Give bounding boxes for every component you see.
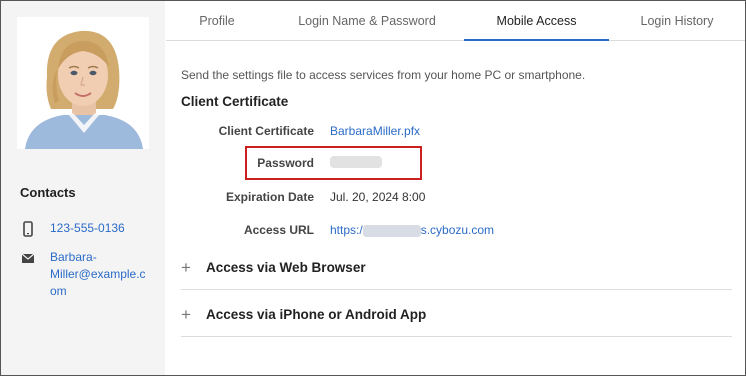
password-highlight-box	[245, 146, 422, 180]
plus-icon: +	[181, 258, 191, 277]
access-url-link[interactable]: https:/ s.cybozu.com	[330, 223, 494, 237]
contacts-title: Contacts	[20, 185, 76, 200]
email-line-3: om	[50, 284, 67, 298]
access-url-suffix: s.cybozu.com	[420, 223, 495, 237]
mobile-access-panel: Send the settings file to access service…	[166, 42, 745, 375]
accordion-web-browser[interactable]: + Access via Web Browser	[181, 244, 732, 290]
tab-login-name-password[interactable]: Login Name & Password	[268, 1, 466, 41]
email-link[interactable]: Barbara- Miller@example.c om	[50, 249, 146, 300]
expiration-value: Jul. 20, 2024 8:00	[330, 190, 426, 204]
access-url-prefix: https:/	[330, 223, 363, 237]
certificate-file-link[interactable]: BarbaraMiller.pfx	[330, 124, 420, 138]
mail-icon	[21, 251, 35, 267]
certificate-label: Client Certificate	[218, 124, 314, 138]
tab-login-history[interactable]: Login History	[609, 1, 745, 41]
expiration-label: Expiration Date	[225, 190, 314, 204]
section-title: Client Certificate	[181, 94, 289, 109]
tab-mobile-access[interactable]: Mobile Access	[464, 1, 609, 41]
access-url-blurred-part	[362, 224, 421, 237]
accordion-mobile-app[interactable]: + Access via iPhone or Android App	[181, 291, 732, 337]
profile-sidebar: Contacts 123-555-0136 Barbara- Miller@ex…	[1, 1, 165, 375]
phone-icon	[21, 221, 35, 237]
profile-photo	[17, 17, 149, 149]
tab-profile[interactable]: Profile	[166, 1, 268, 41]
email-line-2: Miller@example.c	[50, 267, 146, 281]
intro-text: Send the settings file to access service…	[181, 68, 586, 82]
accordion-label: Access via Web Browser	[206, 260, 366, 275]
plus-icon: +	[181, 305, 191, 324]
email-line-1: Barbara-	[50, 250, 97, 264]
accordion-label: Access via iPhone or Android App	[206, 307, 427, 322]
phone-link[interactable]: 123-555-0136	[50, 220, 125, 237]
tab-bar: Profile Login Name & Password Mobile Acc…	[166, 1, 745, 41]
access-url-label: Access URL	[243, 223, 314, 237]
